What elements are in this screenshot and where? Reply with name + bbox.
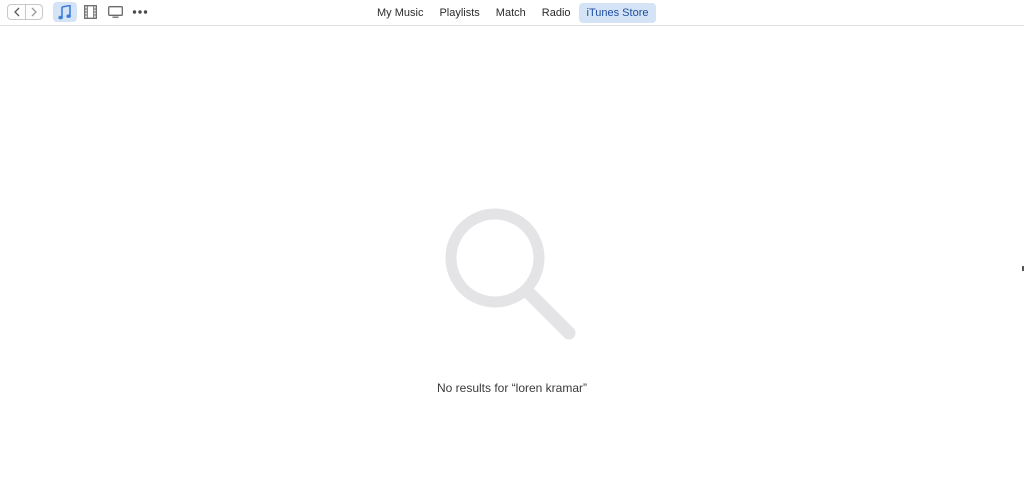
tab-radio[interactable]: Radio (534, 3, 579, 23)
no-results-message: No results for “loren kramar” (436, 381, 588, 395)
media-type-selector (53, 2, 153, 22)
chevron-left-icon (13, 7, 19, 17)
tv-icon (107, 6, 123, 18)
main-content: No results for “loren kramar” (0, 26, 1024, 483)
music-note-icon (58, 4, 71, 19)
more-button[interactable] (128, 2, 152, 22)
movies-button[interactable] (78, 2, 102, 22)
forward-button[interactable] (25, 4, 43, 20)
history-nav (7, 4, 43, 20)
chevron-right-icon (31, 7, 37, 17)
tab-match[interactable]: Match (488, 3, 534, 23)
music-button[interactable] (53, 2, 77, 22)
tv-shows-button[interactable] (103, 2, 127, 22)
more-icon (132, 10, 148, 14)
toolbar: My Music Playlists Match Radio iTunes St… (0, 0, 1024, 26)
tab-my-music[interactable]: My Music (369, 3, 431, 23)
back-button[interactable] (7, 4, 25, 20)
library-tabs: My Music Playlists Match Radio iTunes St… (369, 3, 657, 23)
magnifying-glass-icon (445, 208, 576, 340)
tab-playlists[interactable]: Playlists (431, 3, 487, 23)
film-icon (83, 5, 97, 19)
tab-itunes-store[interactable]: iTunes Store (578, 3, 657, 23)
